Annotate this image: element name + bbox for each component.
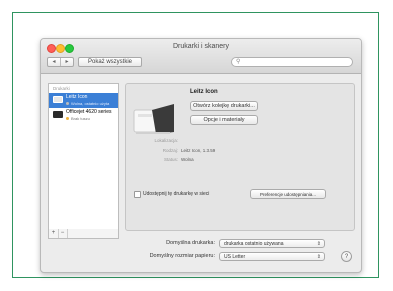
default-printer-select[interactable]: drukarka ostatnio używana ⇕ bbox=[219, 239, 325, 248]
default-printer-label: Domyślna drukarka: bbox=[166, 240, 215, 246]
title-bar: Drukarki i skanery ◂ ▸ Pokaż wszystkie ⚲ bbox=[41, 39, 361, 74]
printer-icon bbox=[53, 96, 63, 103]
printer-status-text: Brak tuszu bbox=[71, 116, 90, 121]
printer-list-header: Drukarki bbox=[53, 86, 70, 91]
printer-status: Wolna, ostatnio użyta bbox=[66, 101, 109, 106]
location-label: Lokalizacja: bbox=[154, 138, 178, 143]
search-icon: ⚲ bbox=[236, 59, 241, 65]
printer-icon bbox=[53, 111, 63, 118]
share-printer-label: Udostępnij tę drukarkę w sieci bbox=[143, 191, 210, 197]
remove-printer-button[interactable]: − bbox=[58, 229, 68, 238]
status-dot-icon bbox=[66, 102, 69, 106]
updown-arrows-icon: ⇕ bbox=[316, 254, 321, 260]
printer-detail-pane: Leitz Icon Otwórz kolejkę drukarki... Op… bbox=[125, 83, 355, 231]
back-button[interactable]: ◂ bbox=[48, 58, 61, 66]
printer-name: Leitz Icon bbox=[66, 94, 88, 100]
printer-list: Drukarki Leitz Icon Wolna, ostatnio użyt… bbox=[48, 83, 119, 231]
share-printer-checkbox[interactable] bbox=[134, 191, 141, 198]
default-printer-value: drukarka ostatnio używana bbox=[224, 241, 284, 247]
search-input[interactable]: ⚲ bbox=[231, 57, 353, 67]
forward-button[interactable]: ▸ bbox=[61, 58, 73, 66]
paper-size-label: Domyślny rozmiar papieru: bbox=[149, 253, 215, 259]
window-title: Drukarki i skanery bbox=[172, 43, 229, 50]
label-printer-image bbox=[133, 104, 174, 134]
printer-item-officejet[interactable]: Officejet 4620 series Brak tuszu bbox=[49, 108, 118, 123]
help-button[interactable]: ? bbox=[341, 251, 352, 262]
paper-size-value: US Letter bbox=[224, 254, 246, 260]
options-supplies-button[interactable]: Opcje i materiały bbox=[190, 115, 258, 125]
preferences-window: Drukarki i skanery ◂ ▸ Pokaż wszystkie ⚲… bbox=[40, 38, 362, 273]
type-label: Rodzaj: bbox=[162, 148, 178, 153]
printer-list-toolbar: + − bbox=[48, 229, 119, 239]
open-print-queue-button[interactable]: Otwórz kolejkę drukarki... bbox=[190, 101, 258, 111]
status-label: Status: bbox=[163, 157, 178, 162]
back-forward-buttons: ◂ ▸ bbox=[47, 57, 74, 67]
printer-name: Officejet 4620 series bbox=[66, 109, 112, 115]
updown-arrows-icon: ⇕ bbox=[316, 241, 321, 247]
warning-dot-icon bbox=[66, 117, 69, 121]
status-value: Wolna bbox=[181, 157, 194, 162]
printer-status-text: Wolna, ostatnio użyta bbox=[71, 101, 110, 106]
printer-item-leitz-icon[interactable]: Leitz Icon Wolna, ostatnio użyta bbox=[49, 93, 118, 108]
show-all-button[interactable]: Pokaż wszystkie bbox=[78, 57, 142, 67]
sharing-preferences-button[interactable]: Preferencje udostępniania... bbox=[250, 189, 326, 199]
type-value: Leitz Icon, 1.3.59 bbox=[181, 148, 216, 153]
printer-title: Leitz Icon bbox=[190, 89, 218, 95]
printer-status: Brak tuszu bbox=[66, 116, 90, 121]
paper-size-select[interactable]: US Letter ⇕ bbox=[219, 252, 325, 261]
